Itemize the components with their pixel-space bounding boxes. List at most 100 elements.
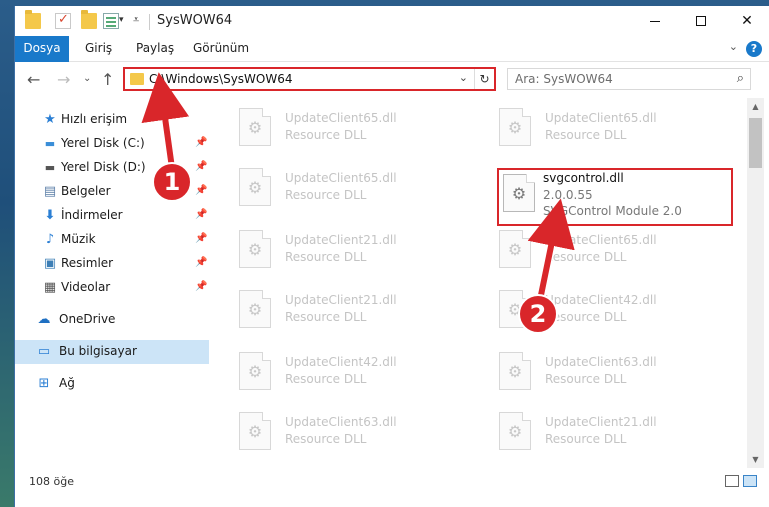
navigation-pane: ★ Hızlı erişim ▬ Yerel Disk (C:) 📌 ▬ Yer… [15,98,209,468]
sidebar-item-downloads[interactable]: ⬇ İndirmeler 📌 [15,204,209,228]
pin-icon[interactable]: 📌 [195,257,207,268]
sidebar-item-onedrive[interactable]: ☁ OneDrive [15,308,209,332]
properties-icon[interactable] [103,13,119,29]
dll-file-icon: ⚙ [239,168,271,206]
refresh-button[interactable]: ↻ [474,69,494,89]
title-separator [149,14,150,30]
dll-file-icon: ⚙ [503,174,535,212]
search-input[interactable]: Ara: SysWOW64 [515,72,613,86]
list-item[interactable]: ⚙ UpdateClient21.dll Resource DLL [211,226,451,282]
pin-icon[interactable]: 📌 [195,233,207,244]
pin-icon[interactable]: 📌 [195,281,207,292]
search-box[interactable]: Ara: SysWOW64 ⌕ [507,68,751,90]
sidebar-item-network[interactable]: ⊞ Ağ [15,372,209,396]
up-arrow-icon: ↑ [101,70,115,89]
tab-file[interactable]: Dosya [15,36,69,62]
list-item[interactable]: ⚙ UpdateClient65.dll Resource DLL [211,104,451,160]
new-folder-icon[interactable] [81,10,97,29]
file-list: ⚙ UpdateClient65.dll Resource DLL ⚙ Upda… [211,98,747,468]
chevron-down-icon: ⌄ [83,73,92,84]
pin-icon[interactable]: 📌 [195,161,207,172]
folder-icon [25,10,41,29]
network-icon: ⊞ [38,376,50,391]
details-view-icon[interactable] [725,475,739,487]
item-count: 108 öğe [29,475,74,488]
star-icon: ★ [44,112,56,127]
tab-home[interactable]: Giriş [85,36,112,62]
scrollbar-thumb[interactable] [749,118,762,168]
music-icon: ♪ [45,232,55,247]
file-name: svgcontrol.dll [543,171,624,185]
chevron-down-icon[interactable]: ▾ [119,15,124,25]
forward-arrow-icon: → [57,70,71,89]
file-name: UpdateClient65.dll [285,111,397,125]
list-item[interactable]: ⚙ UpdateClient63.dll Resource DLL [211,408,451,464]
videos-icon: ▦ [43,280,57,295]
pin-icon[interactable]: 📌 [195,209,207,220]
customize-toolbar-icon[interactable]: ⩡ [133,13,139,27]
back-button[interactable]: ← [27,70,40,89]
recent-locations-button[interactable]: ⌄ [83,73,91,84]
sidebar-item-label: Yerel Disk (D:) [61,160,146,174]
properties-check-icon[interactable] [55,12,71,29]
gear-icon: ⚙ [247,178,263,197]
list-item[interactable]: ⚙ UpdateClient65.dll Resource DLL [471,104,711,160]
file-name: UpdateClient63.dll [545,355,657,369]
maximize-button[interactable] [678,6,724,36]
sidebar-item-label: Hızlı erişim [61,112,128,126]
list-item[interactable]: ⚙ UpdateClient21.dll Resource DLL [471,408,711,464]
refresh-icon: ↻ [479,72,490,86]
list-item[interactable]: ⚙ UpdateClient21.dll Resource DLL [211,286,451,342]
file-description: Resource DLL [285,310,367,324]
list-item[interactable]: ⚙ UpdateClient65.dll Resource DLL [471,226,711,282]
status-bar: 108 öğe [15,468,769,494]
file-name: UpdateClient65.dll [285,171,397,185]
minimize-button[interactable] [632,6,678,36]
sidebar-item-pictures[interactable]: ▣ Resimler 📌 [15,252,209,276]
pin-icon[interactable]: 📌 [195,185,207,196]
folder-icon [130,73,144,85]
tab-view[interactable]: Görünüm [193,36,249,62]
address-path[interactable]: C:\Windows\SysWOW64 [149,72,293,86]
pictures-icon: ▣ [43,256,57,271]
gear-icon: ⚙ [507,240,523,259]
pin-icon[interactable]: 📌 [195,137,207,148]
sidebar-item-drive-c[interactable]: ▬ Yerel Disk (C:) 📌 [15,132,209,156]
chevron-down-icon[interactable]: ⌄ [459,71,468,84]
sidebar-item-quick-access[interactable]: ★ Hızlı erişim [15,108,209,132]
dll-file-icon: ⚙ [239,352,271,390]
tiles-view-icon[interactable] [743,475,757,487]
sidebar-item-label: Bu bilgisayar [59,344,137,358]
vertical-scrollbar[interactable]: ▲ ▼ [747,98,764,468]
chevron-down-icon[interactable]: ⌄ [729,40,738,53]
tab-share[interactable]: Paylaş [136,36,174,62]
gear-icon: ⚙ [247,422,263,441]
navigation-bar: ← → ⌄ ↑ C:\Windows\SysWOW64 ⌄ ↻ Ara: Sys… [15,62,769,98]
sidebar-item-videos[interactable]: ▦ Videolar 📌 [15,276,209,300]
gear-icon: ⚙ [507,118,523,137]
forward-button[interactable]: → [57,70,70,89]
address-bar[interactable]: C:\Windows\SysWOW64 ⌄ ↻ [123,67,496,91]
dll-file-icon: ⚙ [239,412,271,450]
scroll-up-icon[interactable]: ▲ [747,98,764,115]
scroll-down-icon[interactable]: ▼ [747,451,764,468]
help-button[interactable]: ? [746,41,762,57]
file-description: SVGControl Module 2.0 [543,204,682,218]
file-name: UpdateClient65.dll [545,233,657,247]
sidebar-item-label: OneDrive [59,312,116,326]
list-item[interactable]: ⚙ UpdateClient65.dll Resource DLL [211,164,451,220]
close-button[interactable]: ✕ [724,6,769,36]
sidebar-item-music[interactable]: ♪ Müzik 📌 [15,228,209,252]
list-item[interactable]: ⚙ UpdateClient63.dll Resource DLL [471,348,711,404]
sidebar-item-this-pc[interactable]: ▭ Bu bilgisayar [15,340,209,364]
list-item[interactable]: ⚙ UpdateClient42.dll Resource DLL [471,286,711,342]
window-title: SysWOW64 [157,13,233,28]
list-item-svgcontrol[interactable]: ⚙ svgcontrol.dll 2.0.0.55 SVGControl Mod… [497,168,733,226]
up-button[interactable]: ↑ [101,70,114,89]
annotation-step-2: 2 [518,294,558,334]
sidebar-item-label: Videolar [61,280,111,294]
gear-icon: ⚙ [511,184,527,203]
search-icon: ⌕ [736,71,744,86]
sidebar-item-label: Resimler [61,256,114,270]
list-item[interactable]: ⚙ UpdateClient42.dll Resource DLL [211,348,451,404]
